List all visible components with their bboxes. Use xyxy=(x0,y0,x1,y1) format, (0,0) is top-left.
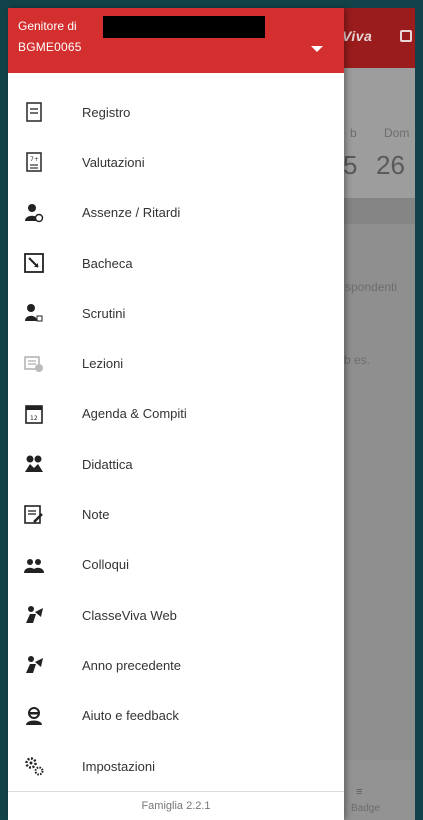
menu-label: Impostazioni xyxy=(82,758,155,774)
brand-logo: Viva xyxy=(342,28,373,44)
menu-item-valutazioni[interactable]: 7+ Valutazioni xyxy=(8,137,344,187)
svg-text:12: 12 xyxy=(30,415,38,422)
drawer-menu: Registro 7+ Valutazioni Assenze / Ritard… xyxy=(8,87,344,791)
chevron-down-icon[interactable] xyxy=(311,46,323,52)
menu-label: Agenda & Compiti xyxy=(82,406,187,422)
header-username: BGME0065 xyxy=(18,40,82,54)
web-icon xyxy=(24,605,44,625)
settings-icon xyxy=(24,756,44,776)
menu-item-scrutini[interactable]: Scrutini xyxy=(8,288,344,338)
menu-item-anno-precedente[interactable]: Anno precedente xyxy=(8,640,344,690)
navigation-drawer: Genitore di BGME0065 Registro 7+ Valutaz… xyxy=(8,8,344,820)
background-snippet: b es. xyxy=(344,353,371,367)
absences-icon xyxy=(24,203,44,223)
report-card-icon xyxy=(24,303,44,323)
calendar-icon: 12 xyxy=(24,404,44,424)
previous-year-icon xyxy=(24,655,44,675)
redacted-name xyxy=(103,16,265,38)
noticeboard-icon xyxy=(24,253,44,273)
badge-icon[interactable]: ≡ xyxy=(356,786,362,798)
menu-item-didattica[interactable]: Didattica xyxy=(8,439,344,489)
help-icon xyxy=(24,706,44,726)
day-label-sat: b xyxy=(350,126,357,140)
menu-item-impostazioni[interactable]: Impostazioni xyxy=(8,741,344,791)
menu-label: Didattica xyxy=(82,456,133,472)
menu-label: Lezioni xyxy=(82,356,124,372)
background-snippet: spondenti xyxy=(345,280,398,294)
svg-text:7+: 7+ xyxy=(30,156,39,163)
menu-item-note[interactable]: Note xyxy=(8,489,344,539)
day-number-sun[interactable]: 26 xyxy=(376,150,405,181)
day-label-sun: Dom xyxy=(384,126,410,140)
menu-item-assenze[interactable]: Assenze / Ritardi xyxy=(8,188,344,238)
menu-item-aiuto[interactable]: Aiuto e feedback xyxy=(8,691,344,741)
menu-label: Note xyxy=(82,507,110,523)
menu-item-classeviva-web[interactable]: ClasseViva Web xyxy=(8,590,344,640)
lessons-icon xyxy=(24,354,44,374)
day-number-sat[interactable]: 5 xyxy=(343,150,357,181)
menu-item-registro[interactable]: Registro xyxy=(8,87,344,137)
calendar-icon[interactable] xyxy=(400,30,412,42)
menu-item-lezioni[interactable]: Lezioni xyxy=(8,338,344,388)
menu-label: Anno precedente xyxy=(82,657,182,673)
menu-label: Colloqui xyxy=(82,557,129,573)
notes-icon xyxy=(24,504,44,525)
menu-label: ClasseViva Web xyxy=(82,607,177,623)
bottom-nav-label: Badge xyxy=(351,803,380,814)
menu-label: Assenze / Ritardi xyxy=(82,205,181,221)
menu-item-colloqui[interactable]: Colloqui xyxy=(8,540,344,590)
app-version: Famiglia 2.2.1 xyxy=(8,791,344,820)
meetings-icon xyxy=(24,555,44,575)
header-role-label: Genitore di xyxy=(18,19,77,33)
menu-label: Bacheca xyxy=(82,255,133,271)
drawer-header[interactable]: Genitore di BGME0065 xyxy=(8,8,344,73)
menu-label: Aiuto e feedback xyxy=(82,708,179,724)
register-icon xyxy=(24,102,44,122)
teaching-materials-icon xyxy=(24,454,44,474)
menu-item-agenda[interactable]: 12 Agenda & Compiti xyxy=(8,389,344,439)
menu-label: Scrutini xyxy=(82,305,126,321)
menu-label: Registro xyxy=(82,104,131,120)
menu-item-bacheca[interactable]: Bacheca xyxy=(8,238,344,288)
menu-label: Valutazioni xyxy=(82,154,145,170)
grades-icon: 7+ xyxy=(24,152,44,173)
